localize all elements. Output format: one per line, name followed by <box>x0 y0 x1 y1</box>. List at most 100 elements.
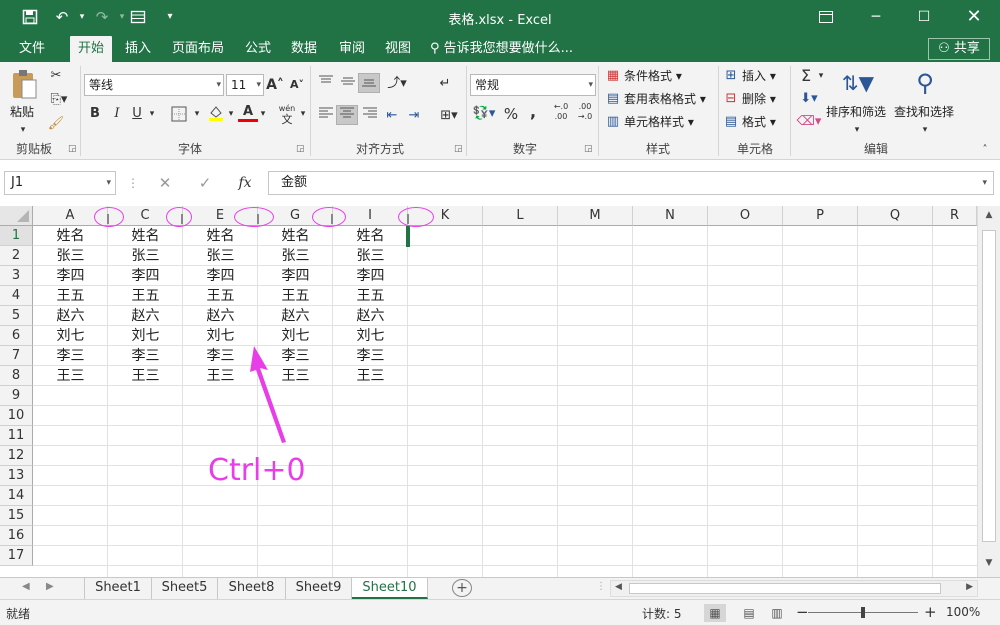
tab-review[interactable]: 审阅 <box>332 36 372 62</box>
minimize-icon[interactable]: ─ <box>856 4 896 30</box>
font-launcher-icon[interactable]: ◲ <box>296 144 305 154</box>
zoom-slider-knob[interactable] <box>861 607 865 618</box>
table-cell[interactable]: 王五 <box>183 286 258 306</box>
alignment-launcher-icon[interactable]: ◲ <box>454 144 463 154</box>
column-header[interactable]: M <box>558 206 633 226</box>
font-size-select[interactable]: 11 ▾ <box>226 74 264 96</box>
clipboard-launcher-icon[interactable]: ◲ <box>68 144 77 154</box>
row-header[interactable]: 3 <box>0 266 33 286</box>
table-cell[interactable]: 王三 <box>333 366 408 386</box>
table-cell[interactable]: 李三 <box>33 346 108 366</box>
find-select-button[interactable]: 查找和选择 <box>894 102 954 122</box>
find-select-dropdown-icon[interactable]: ▾ <box>918 120 932 140</box>
column-header[interactable]: O <box>708 206 783 226</box>
font-color-dropdown-icon[interactable]: ▾ <box>258 104 268 124</box>
row-header[interactable]: 6 <box>0 326 33 346</box>
format-painter-icon[interactable]: 🖌 <box>46 114 66 134</box>
borders-icon[interactable] <box>166 104 192 124</box>
delete-cells-icon[interactable]: ⊟ <box>722 89 740 109</box>
autosum-dropdown-icon[interactable]: ▾ <box>816 66 826 86</box>
align-middle-icon[interactable] <box>338 74 358 94</box>
zoom-slider[interactable] <box>808 607 918 618</box>
format-as-table-button[interactable]: 套用表格格式 ▾ <box>624 89 706 109</box>
table-cell[interactable]: 李四 <box>108 266 183 286</box>
bold-button[interactable]: B <box>86 104 104 124</box>
normal-view-icon[interactable]: ▦ <box>704 604 726 622</box>
table-cell[interactable]: 李四 <box>333 266 408 286</box>
table-cell[interactable]: 张三 <box>258 246 333 266</box>
orientation-icon[interactable]: ⤴▾ <box>384 74 410 94</box>
hidden-column-marker[interactable] <box>331 214 333 224</box>
table-cell[interactable]: 赵六 <box>258 306 333 326</box>
italic-button[interactable]: I <box>108 104 126 124</box>
table-cell[interactable]: 赵六 <box>108 306 183 326</box>
insert-cells-button[interactable]: 插入 ▾ <box>742 66 776 86</box>
table-cell[interactable]: 王五 <box>333 286 408 306</box>
vertical-scrollbar[interactable]: ▲ ▼ <box>977 206 1000 577</box>
table-cell[interactable]: 赵六 <box>183 306 258 326</box>
percent-button[interactable]: % <box>502 104 520 124</box>
number-launcher-icon[interactable]: ◲ <box>584 144 593 154</box>
sort-filter-icon[interactable]: ⇅▼ <box>838 66 878 100</box>
row-header[interactable]: 8 <box>0 366 33 386</box>
paste-dropdown-icon[interactable]: ▾ <box>16 120 30 140</box>
header-cell[interactable]: 姓名 <box>33 226 108 246</box>
table-cell[interactable]: 赵六 <box>333 306 408 326</box>
conditional-format-icon[interactable]: ▦ <box>604 66 622 86</box>
number-format-select[interactable]: 常规 ▾ <box>470 74 596 96</box>
table-cell[interactable]: 刘七 <box>108 326 183 346</box>
fill-icon[interactable]: ⬇▾ <box>794 89 824 109</box>
scroll-right-icon[interactable]: ▶ <box>966 582 973 592</box>
table-cell[interactable]: 王五 <box>258 286 333 306</box>
scroll-down-icon[interactable]: ▼ <box>978 558 1000 568</box>
horizontal-scrollbar[interactable]: ◀ ▶ <box>610 580 978 597</box>
table-cell[interactable]: 张三 <box>183 246 258 266</box>
scroll-up-icon[interactable]: ▲ <box>978 210 1000 220</box>
sort-filter-button[interactable]: 排序和筛选 <box>826 102 886 122</box>
find-select-icon[interactable]: ⚲ <box>908 66 942 100</box>
tab-page-layout[interactable]: 页面布局 <box>166 36 230 62</box>
comma-style-button[interactable]: , <box>524 102 542 122</box>
font-name-select[interactable]: 等线 ▾ <box>84 74 224 96</box>
zoom-in-icon[interactable]: + <box>924 603 937 621</box>
sheet-tab[interactable]: Sheet8 <box>218 578 286 599</box>
accounting-format-icon[interactable]: 💱▾ <box>470 104 498 124</box>
hidden-column-marker[interactable] <box>257 214 259 224</box>
sheet-tab[interactable]: Sheet5 <box>152 578 218 599</box>
table-cell[interactable]: 王三 <box>108 366 183 386</box>
phonetic-dropdown-icon[interactable]: ▾ <box>298 104 308 124</box>
table-cell[interactable]: 王三 <box>33 366 108 386</box>
cut-icon[interactable]: ✂ <box>46 66 66 86</box>
tell-me-box[interactable]: ⚲ 告诉我您想要做什么... <box>430 36 573 62</box>
wrap-text-icon[interactable]: ↵ <box>434 74 456 94</box>
collapse-ribbon-icon[interactable]: ˄ <box>978 140 992 160</box>
row-header[interactable]: 7 <box>0 346 33 366</box>
sheet-tab-active[interactable]: Sheet10 <box>352 578 428 599</box>
align-center-icon[interactable] <box>336 105 358 125</box>
row-header[interactable]: 13 <box>0 466 33 486</box>
name-box[interactable]: J1 ▾ <box>4 171 116 195</box>
borders-dropdown-icon[interactable]: ▾ <box>192 104 202 124</box>
cell-styles-icon[interactable]: ▥ <box>604 112 622 132</box>
row-header[interactable]: 4 <box>0 286 33 306</box>
table-cell[interactable]: 张三 <box>333 246 408 266</box>
decrease-indent-icon[interactable]: ⇤ <box>382 106 402 126</box>
sheet-tab[interactable]: Sheet9 <box>286 578 352 599</box>
table-cell[interactable]: 李四 <box>183 266 258 286</box>
table-cell[interactable]: 王五 <box>108 286 183 306</box>
paste-icon[interactable] <box>8 68 40 102</box>
column-header[interactable]: P <box>783 206 858 226</box>
decrease-decimal-icon[interactable]: .00 →.0 <box>574 102 596 122</box>
align-bottom-icon[interactable] <box>358 73 380 93</box>
delete-cells-button[interactable]: 删除 ▾ <box>742 89 776 109</box>
align-right-icon[interactable] <box>360 106 380 126</box>
hidden-column-marker[interactable] <box>407 214 409 224</box>
table-cell[interactable]: 王五 <box>33 286 108 306</box>
worksheet-grid[interactable]: ACEGIKLMNOPQR 1 2 3 4 5 6 7 8 9 10 11 12 13 14 15 16 17 … <box>0 206 1000 577</box>
underline-dropdown-icon[interactable]: ▾ <box>146 104 158 124</box>
table-cell[interactable]: 李四 <box>33 266 108 286</box>
table-cell[interactable]: 李三 <box>333 346 408 366</box>
tab-view[interactable]: 视图 <box>378 36 418 62</box>
table-cell[interactable]: 刘七 <box>333 326 408 346</box>
add-sheet-button[interactable]: + <box>452 579 472 597</box>
